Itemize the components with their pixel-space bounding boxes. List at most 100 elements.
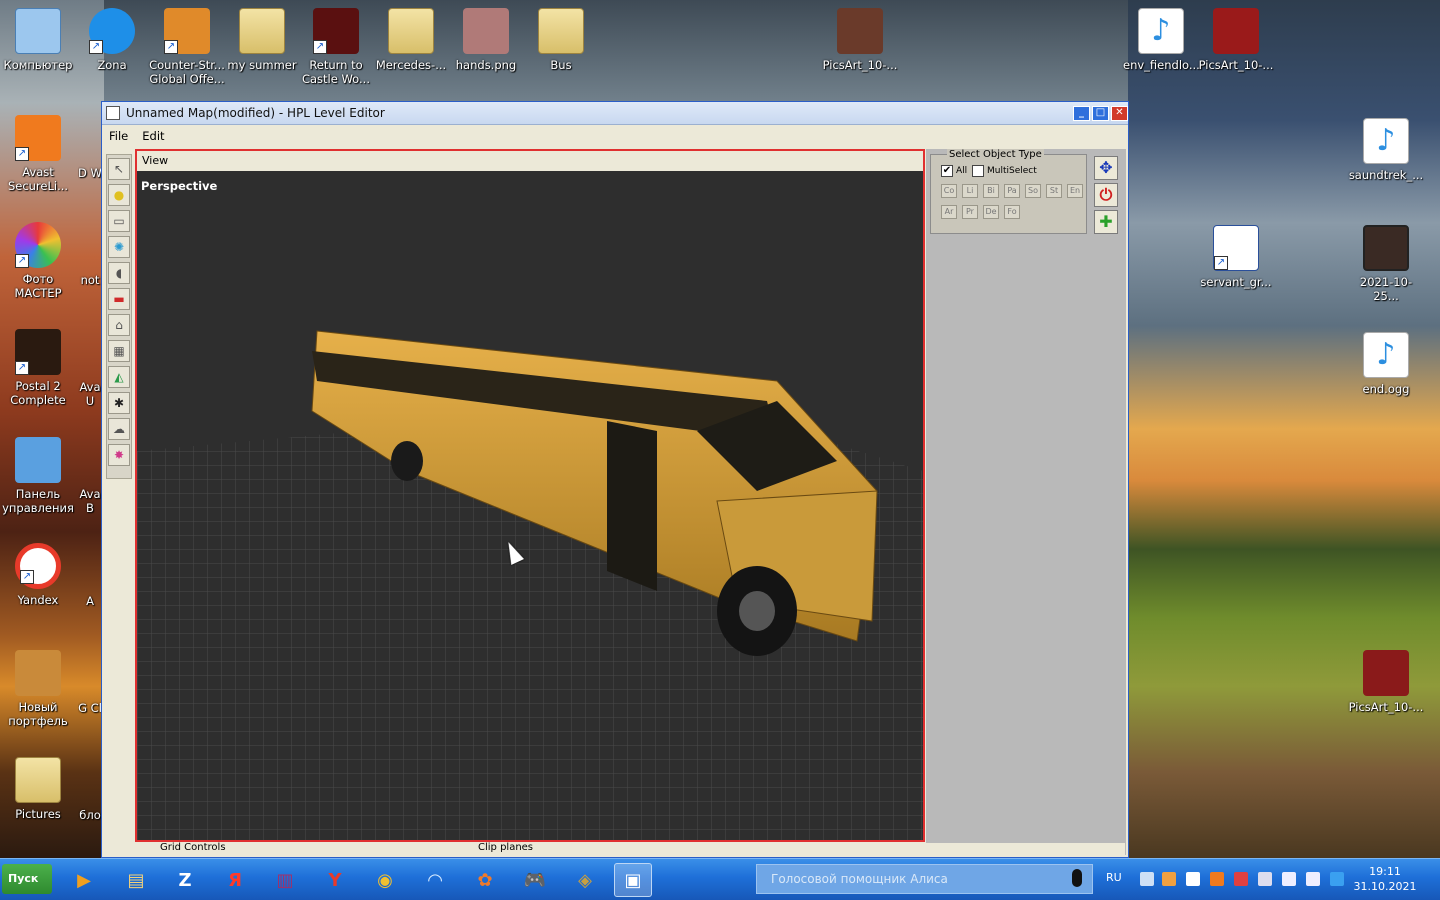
tray-app-icon[interactable] xyxy=(1162,872,1176,886)
desktop-icon-photo-master[interactable]: ↗ Фото МАСТЕР xyxy=(0,222,76,300)
tray-security-icon[interactable] xyxy=(1234,872,1248,886)
desktop-icon-yandex[interactable]: ↗ Yandex xyxy=(0,543,76,607)
desktop-icon-env-fiendlo[interactable]: ♪ env_fiendlo... xyxy=(1123,8,1200,72)
minimize-button[interactable]: _ xyxy=(1073,105,1090,121)
primitive-tool-icon[interactable]: ◭ xyxy=(108,366,130,388)
desktop-icon-pictures[interactable]: Pictures xyxy=(0,757,76,821)
desktop-icon-csgo[interactable]: ↗ Counter-Str... Global Offe... xyxy=(149,8,225,86)
tray-display-icon[interactable] xyxy=(1258,872,1272,886)
media-player-icon[interactable]: ▶ xyxy=(65,863,103,897)
microphone-icon[interactable] xyxy=(1072,869,1082,887)
multiselect-checkbox[interactable] xyxy=(972,165,984,177)
desktop-icon-video[interactable]: 2021-10-25... xyxy=(1348,225,1424,303)
zona-taskbar-icon[interactable]: Z xyxy=(166,863,204,897)
scale-tool-icon[interactable]: ✚ xyxy=(1094,210,1118,234)
desktop-icon-postal2[interactable]: ↗ Postal 2 Complete xyxy=(0,329,76,407)
desktop-icon-briefcase[interactable]: Новый портфель xyxy=(0,650,76,728)
maximize-button[interactable]: □ xyxy=(1092,105,1109,121)
light-tool-icon[interactable]: ● xyxy=(108,184,130,206)
combine-tool-icon[interactable]: ✸ xyxy=(108,444,130,466)
entity-tool-icon[interactable]: ⌂ xyxy=(108,314,130,336)
desktop-icon-partial[interactable]: бло xyxy=(78,808,102,822)
viewport-3d[interactable] xyxy=(137,171,923,840)
yandex-browser-taskbar-icon[interactable]: Y xyxy=(316,863,354,897)
voice-assistant-search[interactable]: Голосовой помощник Алиса xyxy=(756,864,1093,894)
tool-palette: ↖ ● ▭ ✺ ◖ ▬ ⌂ ▦ ◭ ✱ ☁ ✸ xyxy=(106,154,132,479)
type-button-so[interactable]: So xyxy=(1025,184,1041,198)
chrome-icon[interactable]: ◉ xyxy=(366,863,404,897)
edge-icon[interactable]: ◠ xyxy=(416,863,454,897)
desktop-icon-label: D W xyxy=(78,166,102,180)
type-button-li[interactable]: Li xyxy=(962,184,978,198)
bottom-controls: Grid Controls Clip planes xyxy=(135,842,1125,857)
desktop-icon-picsart-2[interactable]: PicsArt_10-... xyxy=(1198,8,1274,72)
desktop-icon-partial[interactable]: D W xyxy=(78,166,102,180)
type-button-pa[interactable]: Pa xyxy=(1004,184,1020,198)
desktop-icon-partial[interactable]: G Cl xyxy=(78,701,102,715)
level-editor-taskbar-icon[interactable]: ▣ xyxy=(614,863,652,897)
desktop-icon-zona[interactable]: ↗ Zona xyxy=(74,8,150,72)
desktop-icon-hands[interactable]: hands.png xyxy=(448,8,524,72)
tray-wifi-icon[interactable] xyxy=(1306,872,1320,886)
desktop-icon-partial[interactable]: A xyxy=(78,594,102,608)
start-button[interactable]: Пуск xyxy=(2,864,52,894)
clip-planes-label: Clip planes xyxy=(478,842,534,853)
desktop-icon-rtcw[interactable]: ↗ Return to Castle Wo... xyxy=(298,8,374,86)
type-button-de[interactable]: De xyxy=(983,205,999,219)
type-button-fo[interactable]: Fo xyxy=(1004,205,1020,219)
language-indicator[interactable]: RU xyxy=(1106,871,1122,884)
area-tool-icon[interactable]: ▦ xyxy=(108,340,130,362)
system-clock[interactable]: 19:11 31.10.2021 xyxy=(1352,864,1418,894)
billboard-tool-icon[interactable]: ▭ xyxy=(108,210,130,232)
gamepad-icon[interactable]: 🎮 xyxy=(516,863,554,897)
desktop-icon-partial[interactable]: not xyxy=(78,273,102,287)
type-button-st[interactable]: St xyxy=(1046,184,1062,198)
desktop-icon-end-ogg[interactable]: ♪ end.ogg xyxy=(1348,332,1424,396)
view-header[interactable]: View xyxy=(137,151,923,171)
window-titlebar[interactable]: Unnamed Map(modified) - HPL Level Editor… xyxy=(102,102,1128,125)
tray-zona-icon[interactable] xyxy=(1330,872,1344,886)
desktop-icon-servant[interactable]: ↗ servant_gr... xyxy=(1198,225,1274,289)
game-taskbar-icon[interactable]: ◈ xyxy=(566,863,604,897)
static-object-tool-icon[interactable]: ▬ xyxy=(108,288,130,310)
tray-yandex-icon[interactable] xyxy=(1186,872,1200,886)
type-button-bi[interactable]: Bi xyxy=(983,184,999,198)
yandex-taskbar-icon[interactable]: Я xyxy=(216,863,254,897)
photo-master-taskbar-icon[interactable]: ✿ xyxy=(466,863,504,897)
desktop-icon-computer[interactable]: Компьютер xyxy=(0,8,76,72)
desktop-icon-partial[interactable]: Ava U xyxy=(78,380,102,408)
desktop-icon-partial[interactable]: Ava B xyxy=(78,487,102,515)
menu-edit[interactable]: Edit xyxy=(135,129,171,143)
rotate-tool-icon[interactable]: ⏻ xyxy=(1094,183,1118,207)
type-button-co[interactable]: Co xyxy=(941,184,957,198)
tray-network-icon[interactable] xyxy=(1140,872,1154,886)
particle-tool-icon[interactable]: ✺ xyxy=(108,236,130,258)
translate-tool-icon[interactable]: ✥ xyxy=(1094,156,1118,180)
file-explorer-icon[interactable]: ▤ xyxy=(117,863,155,897)
tray-volume-icon[interactable] xyxy=(1282,872,1296,886)
all-checkbox[interactable]: ✔ xyxy=(941,165,953,177)
desktop-icon-avast-secureline[interactable]: ↗ Avast SecureLi... xyxy=(0,115,76,193)
viewport-panel[interactable]: View Perspective xyxy=(135,149,925,842)
fog-tool-icon[interactable]: ☁ xyxy=(108,418,130,440)
desktop-icon-my-summer[interactable]: my summer xyxy=(224,8,300,72)
desktop-icon-picsart-3[interactable]: PicsArt_10-... xyxy=(1348,650,1424,714)
select-tool-icon[interactable]: ↖ xyxy=(108,158,130,180)
winrar-icon[interactable]: ▥ xyxy=(266,863,304,897)
close-button[interactable]: ✕ xyxy=(1111,105,1128,121)
type-button-en[interactable]: En xyxy=(1067,184,1083,198)
desktop-icon-control-panel[interactable]: Панель управления xyxy=(0,437,76,515)
decal-tool-icon[interactable]: ✱ xyxy=(108,392,130,414)
desktop-icon-saundtrek[interactable]: ♪ saundtrek_... xyxy=(1348,118,1424,182)
type-button-pr[interactable]: Pr xyxy=(962,205,978,219)
desktop-icon-label: Return to Castle Wo... xyxy=(301,58,370,86)
sound-tool-icon[interactable]: ◖ xyxy=(108,262,130,284)
desktop-icon-mercedes[interactable]: Mercedes-... xyxy=(373,8,449,72)
desktop-icon-picsart-1[interactable]: PicsArt_10-... xyxy=(822,8,898,72)
rtcw-icon: ↗ xyxy=(313,8,359,54)
level-editor-window[interactable]: Unnamed Map(modified) - HPL Level Editor… xyxy=(101,101,1129,858)
menu-file[interactable]: File xyxy=(102,129,135,143)
tray-avast-icon[interactable] xyxy=(1210,872,1224,886)
type-button-ar[interactable]: Ar xyxy=(941,205,957,219)
desktop-icon-bus[interactable]: Bus xyxy=(523,8,599,72)
